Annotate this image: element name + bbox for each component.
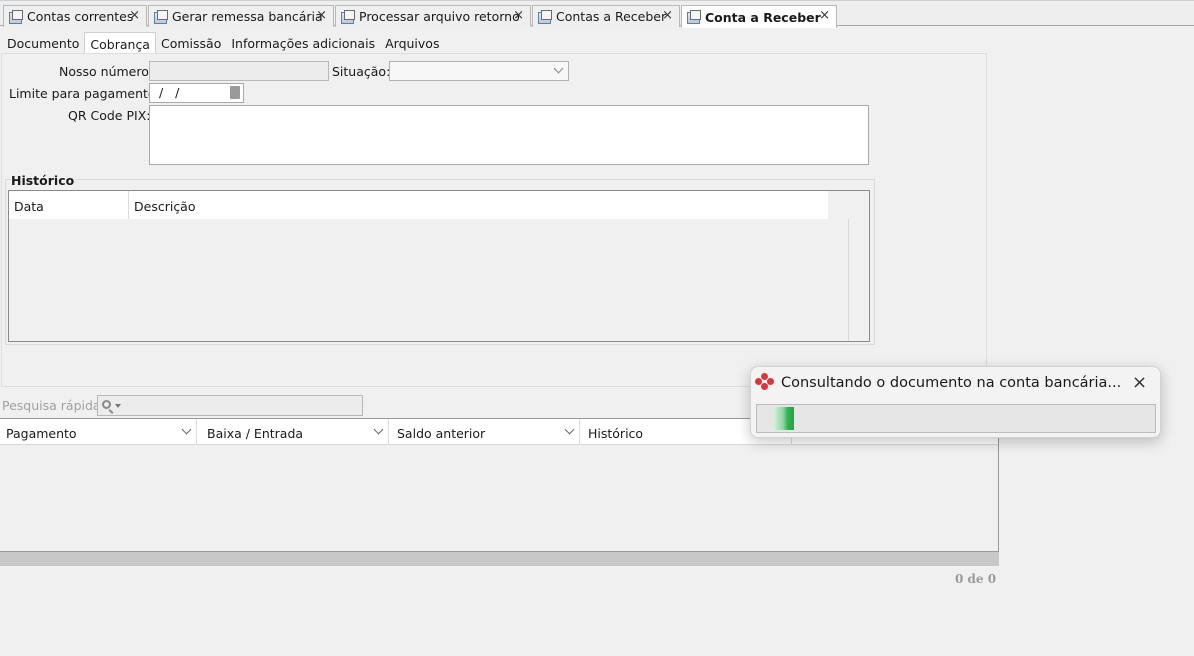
tab-label: Contas correntes	[27, 9, 134, 24]
column-header-pagamento[interactable]: Pagamento	[0, 419, 197, 445]
situacao-label: Situação:	[332, 64, 391, 79]
tab-label: Conta a Receber	[705, 9, 821, 25]
close-icon[interactable]: ×	[513, 8, 524, 23]
window-icon	[537, 9, 552, 24]
chevron-down-icon[interactable]	[373, 424, 384, 435]
close-icon[interactable]: ×	[819, 8, 830, 23]
quick-search-label: Pesquisa rápida:	[2, 398, 105, 413]
limite-pagamento-value: / /	[159, 85, 184, 100]
window-icon	[8, 9, 23, 24]
tab-label: Gerar remessa bancária	[172, 9, 323, 24]
tab-processar-retorno[interactable]: Processar arquivo retorno ×	[335, 5, 531, 27]
document-tab-bar: Contas correntes × Gerar remessa bancári…	[0, 0, 1194, 28]
record-count: 0 de 0	[955, 572, 997, 586]
column-label: Pagamento	[6, 426, 77, 441]
window-icon	[153, 9, 168, 24]
progress-notification: Consultando o documento na conta bancári…	[750, 366, 1161, 438]
table-divider	[848, 219, 849, 341]
column-header-baixa-entrada[interactable]: Baixa / Entrada	[201, 419, 389, 445]
chevron-down-icon[interactable]	[181, 424, 192, 435]
subtab-informacoes-adicionais[interactable]: Informações adicionais	[226, 32, 380, 54]
historico-table-header: Data Descrição	[9, 191, 828, 219]
column-header-data[interactable]: Data	[9, 191, 129, 219]
progress-bar	[756, 404, 1156, 433]
chevron-down-icon	[553, 63, 564, 74]
close-icon[interactable]: ×	[662, 8, 673, 23]
qr-code-pix-label: QR Code PIX:	[68, 108, 151, 123]
notification-message: Consultando o documento na conta bancári…	[781, 375, 1122, 391]
subtab-bar: Documento Cobrança Comissão Informações …	[2, 32, 444, 57]
window-icon	[340, 9, 355, 24]
qr-code-pix-field[interactable]	[149, 105, 869, 165]
limite-pagamento-field[interactable]: / /	[149, 83, 244, 103]
nosso-numero-field[interactable]	[149, 61, 329, 81]
tab-label: Processar arquivo retorno	[359, 9, 520, 24]
column-label: Baixa / Entrada	[207, 426, 304, 441]
tab-gerar-remessa[interactable]: Gerar remessa bancária ×	[148, 5, 334, 27]
close-icon[interactable]: ×	[316, 8, 327, 23]
app-logo-icon	[755, 373, 775, 391]
tab-contas-a-receber[interactable]: Contas a Receber ×	[532, 5, 680, 27]
window-icon	[686, 10, 701, 24]
subtab-documento[interactable]: Documento	[2, 32, 84, 54]
column-label: Histórico	[588, 426, 644, 441]
payments-grid[interactable]: Pagamento Baixa / Entrada Saldo anterior…	[0, 418, 999, 552]
close-icon[interactable]: ×	[1132, 372, 1147, 393]
chevron-down-icon[interactable]	[564, 424, 575, 435]
progress-bar-fill	[774, 407, 794, 430]
subtab-comissao[interactable]: Comissão	[156, 32, 226, 54]
column-label: Saldo anterior	[397, 426, 486, 441]
historico-title: Histórico	[11, 173, 77, 188]
dropdown-arrow-icon[interactable]	[115, 404, 121, 408]
situacao-select[interactable]	[389, 61, 569, 81]
close-icon[interactable]: ×	[129, 8, 140, 23]
calendar-icon[interactable]	[230, 86, 240, 99]
column-header-saldo-anterior[interactable]: Saldo anterior	[391, 419, 580, 445]
historico-table[interactable]: Data Descrição	[8, 190, 870, 342]
tab-label: Contas a Receber	[556, 9, 667, 24]
tab-contas-correntes[interactable]: Contas correntes ×	[3, 5, 147, 27]
search-icon[interactable]	[102, 400, 111, 409]
subtab-cobranca[interactable]: Cobrança	[84, 32, 156, 57]
nosso-numero-label: Nosso número:	[59, 64, 154, 79]
subtab-arquivos[interactable]: Arquivos	[380, 32, 444, 54]
limite-pagamento-label: Limite para pagamento:	[9, 86, 160, 101]
horizontal-scrollbar[interactable]	[0, 552, 999, 566]
column-header-descricao[interactable]: Descrição	[129, 191, 828, 219]
quick-search-input[interactable]	[97, 395, 363, 416]
tab-conta-a-receber[interactable]: Conta a Receber ×	[681, 5, 837, 28]
